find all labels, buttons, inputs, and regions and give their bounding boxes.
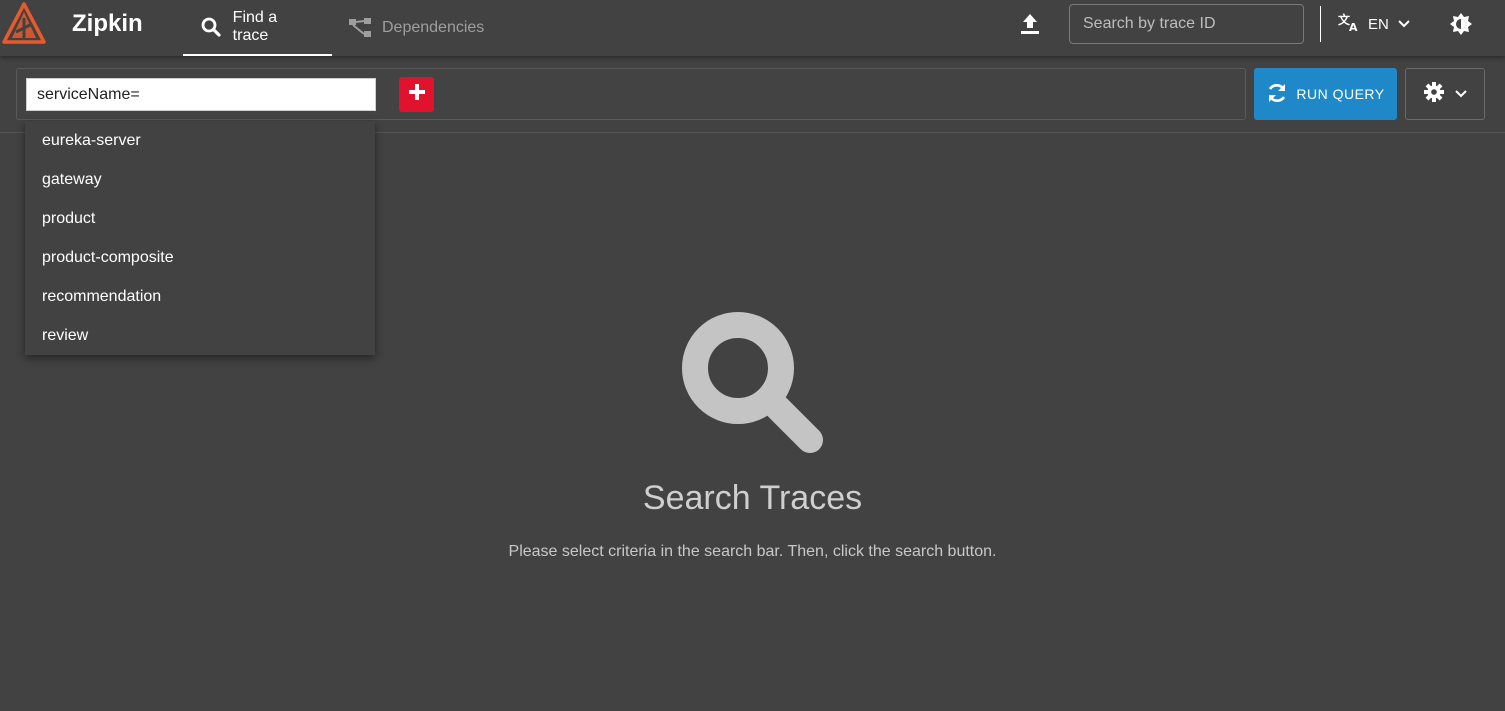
gear-icon [1423, 81, 1445, 108]
plus-icon [408, 83, 426, 106]
run-query-button[interactable]: RUN QUERY [1254, 68, 1397, 120]
dependencies-icon [348, 16, 372, 40]
language-selector[interactable]: 文 A EN [1338, 10, 1411, 38]
brightness-icon[interactable] [1448, 11, 1474, 37]
suggestion-item[interactable]: eureka-server [25, 121, 375, 160]
upload-icon[interactable] [1016, 10, 1044, 38]
criteria-input[interactable] [26, 78, 376, 111]
service-suggestions-dropdown: eureka-server gateway product product-co… [25, 121, 375, 355]
trace-id-search-input[interactable] [1069, 4, 1304, 44]
criteria-search-bar[interactable] [16, 68, 1246, 120]
language-label: EN [1368, 15, 1389, 33]
chevron-down-icon [1397, 16, 1411, 33]
suggestion-item[interactable]: product-composite [25, 238, 375, 277]
tab-find-a-trace[interactable]: Find a trace [183, 0, 332, 56]
search-icon [199, 15, 223, 39]
zipkin-logo-icon[interactable] [2, 2, 46, 46]
empty-state-description: Please select criteria in the search bar… [508, 543, 997, 560]
search-icon [681, 312, 823, 453]
suggestion-item[interactable]: gateway [25, 160, 375, 199]
tab-label: Find a trace [232, 9, 278, 44]
settings-button[interactable] [1405, 68, 1485, 120]
add-criteria-button[interactable] [399, 77, 434, 112]
tab-label: Dependencies [382, 19, 485, 36]
app-bar: Zipkin Find a trace Dependencies 文 A [0, 0, 1505, 56]
empty-state-title: Search Traces [642, 479, 863, 517]
run-query-label: RUN QUERY [1296, 86, 1385, 102]
refresh-icon [1266, 82, 1288, 107]
chevron-down-icon [1455, 85, 1467, 103]
suggestion-item[interactable]: recommendation [25, 277, 375, 316]
tab-dependencies[interactable]: Dependencies [332, 0, 500, 56]
translate-icon: 文 A [1338, 12, 1360, 36]
suggestion-item[interactable]: product [25, 199, 375, 238]
header-divider [1320, 6, 1321, 42]
brand-title[interactable]: Zipkin [72, 10, 143, 38]
svg-text:A: A [1349, 21, 1358, 32]
suggestion-item[interactable]: review [25, 316, 375, 355]
